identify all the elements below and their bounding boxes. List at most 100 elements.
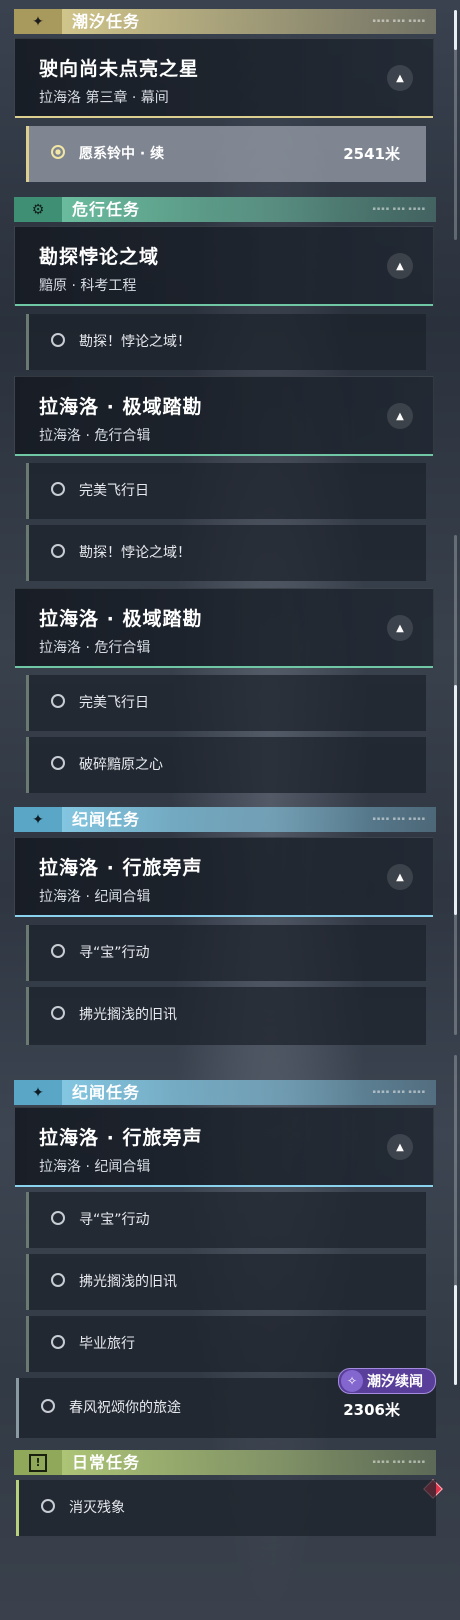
decorative-text: ▪▪▪▪ ▪▪▪ ▪▪▪▪	[372, 1459, 426, 1465]
quest-list-segment-1[interactable]: ✦ 潮汐任务 ▪▪▪▪ ▪▪▪ ▪▪▪▪ 驶向尚未点亮之星 拉海洛 第三章 · …	[0, 0, 460, 525]
collapse-icon[interactable]: ▲	[387, 864, 413, 890]
badge-label: 潮汐续闻	[367, 1374, 423, 1390]
collapse-icon[interactable]: ▲	[387, 253, 413, 279]
quest-card-tide[interactable]: 驶向尚未点亮之星 拉海洛 第三章 · 幕间 ▲	[14, 38, 434, 118]
quest-item[interactable]: 完美飞行日	[26, 463, 426, 519]
quest-item-label: 勘探！悖论之域！	[79, 545, 191, 561]
quest-item[interactable]: 破碎黯原之心	[26, 737, 426, 793]
quest-item[interactable]: 消灭残象	[16, 1480, 436, 1536]
section-header-daily: ! 日常任务 ▪▪▪▪ ▪▪▪ ▪▪▪▪	[14, 1450, 436, 1475]
quest-item[interactable]: 毕业旅行	[26, 1316, 426, 1372]
quest-item[interactable]: 拂光搁浅的旧讯	[26, 1254, 426, 1310]
quest-item-label: 毕业旅行	[79, 1336, 135, 1352]
quest-item[interactable]: 寻“宝”行动	[26, 1192, 426, 1248]
section-title: 纪闻任务	[72, 810, 141, 829]
selected-radio-icon	[51, 145, 65, 159]
radio-icon	[51, 482, 65, 496]
section-title: 危行任务	[72, 200, 141, 219]
quest-item-label: 消灭残象	[69, 1500, 125, 1516]
quest-item[interactable]: 拂光搁浅的旧讯	[26, 987, 426, 1045]
quest-subtitle: 拉海洛 · 纪闻合辑	[39, 889, 151, 905]
scrollbar-thumb[interactable]	[454, 1285, 457, 1385]
radio-icon	[41, 1399, 55, 1413]
accent-line	[15, 915, 433, 917]
tide-badge: ✧ 潮汐续闻	[338, 1368, 436, 1394]
quest-title: 驶向尚未点亮之星	[39, 58, 200, 80]
quest-item-label: 拂光搁浅的旧讯	[79, 1007, 177, 1023]
decorative-text: ▪▪▪▪ ▪▪▪ ▪▪▪▪	[372, 206, 426, 212]
section-title: 纪闻任务	[72, 1083, 141, 1102]
quest-list-segment-3[interactable]: ✦ 纪闻任务 ▪▪▪▪ ▪▪▪ ▪▪▪▪ 拉海洛 · 行旅旁声 拉海洛 · 纪闻…	[0, 1045, 460, 1620]
accent-line	[15, 454, 433, 456]
section-header-chronicle: ✦ 纪闻任务 ▪▪▪▪ ▪▪▪ ▪▪▪▪	[14, 807, 436, 832]
radio-icon	[41, 1499, 55, 1513]
collapse-icon[interactable]: ▲	[387, 615, 413, 641]
accent-line	[15, 1185, 433, 1187]
scrollbar[interactable]	[454, 10, 457, 240]
quest-subtitle: 拉海洛 · 危行合辑	[39, 428, 151, 444]
decorative-text: ▪▪▪▪ ▪▪▪ ▪▪▪▪	[372, 18, 426, 24]
star-icon: ✦	[14, 9, 62, 34]
radio-icon	[51, 1273, 65, 1287]
quest-card-danger-1[interactable]: 勘探悖论之域 黯原 · 科考工程 ▲	[14, 226, 434, 306]
radio-icon	[51, 1335, 65, 1349]
quest-title: 拉海洛 · 极域踏勘	[39, 608, 203, 630]
quest-item-label: 愿系铃中 · 续	[79, 146, 165, 162]
collapse-icon[interactable]: ▲	[387, 403, 413, 429]
accent-line	[15, 116, 433, 118]
star-icon: ✦	[14, 807, 62, 832]
quest-item-label: 春风祝颂你的旅途	[69, 1400, 181, 1416]
distance-label: 2306米	[343, 1401, 400, 1419]
decorative-text: ▪▪▪▪ ▪▪▪ ▪▪▪▪	[372, 1089, 426, 1095]
quest-item-label: 寻“宝”行动	[79, 1212, 150, 1228]
quest-title: 拉海洛 · 极域踏勘	[39, 396, 203, 418]
section-title: 潮汐任务	[72, 12, 141, 31]
quest-item-label: 勘探！悖论之域！	[79, 334, 191, 350]
radio-icon	[51, 544, 65, 558]
collapse-icon[interactable]: ▲	[387, 65, 413, 91]
accent-line	[15, 304, 433, 306]
quest-item[interactable]: 勘探！悖论之域！	[26, 525, 426, 581]
quest-item-label: 拂光搁浅的旧讯	[79, 1274, 177, 1290]
radio-icon	[51, 1006, 65, 1020]
quest-card-chronicle[interactable]: 拉海洛 · 行旅旁声 拉海洛 · 纪闻合辑 ▲	[14, 1107, 434, 1187]
star-icon: ✦	[14, 1080, 62, 1105]
quest-subtitle: 拉海洛 第三章 · 幕间	[39, 90, 169, 106]
quest-subtitle: 拉海洛 · 纪闻合辑	[39, 1159, 151, 1175]
decorative-text: ▪▪▪▪ ▪▪▪ ▪▪▪▪	[372, 816, 426, 822]
collapse-icon[interactable]: ▲	[387, 1134, 413, 1160]
section-header-tide: ✦ 潮汐任务 ▪▪▪▪ ▪▪▪ ▪▪▪▪	[14, 9, 436, 34]
section-header-danger: ⚙ 危行任务 ▪▪▪▪ ▪▪▪ ▪▪▪▪	[14, 197, 436, 222]
quest-item[interactable]: 完美飞行日	[26, 675, 426, 731]
distance-label: 2541米	[343, 145, 400, 163]
gear-icon: ⚙	[14, 197, 62, 222]
radio-icon	[51, 756, 65, 770]
alert-icon: !	[14, 1450, 62, 1475]
radio-icon	[51, 1211, 65, 1225]
quest-item[interactable]: 寻“宝”行动	[26, 925, 426, 981]
quest-item-label: 破碎黯原之心	[79, 757, 163, 773]
quest-item-label: 寻“宝”行动	[79, 945, 150, 961]
quest-item-active[interactable]: 愿系铃中 · 续 2541米	[26, 126, 426, 182]
scrollbar-thumb[interactable]	[454, 685, 457, 915]
quest-title: 拉海洛 · 行旅旁声	[39, 1127, 203, 1149]
feather-icon: ✧	[341, 1370, 363, 1392]
scrollbar-thumb[interactable]	[454, 10, 457, 50]
scrollbar[interactable]	[454, 535, 457, 1035]
section-title: 日常任务	[72, 1453, 141, 1472]
quest-item-tracked[interactable]: 春风祝颂你的旅途 2306米 ✧ 潮汐续闻	[16, 1368, 436, 1438]
quest-list-segment-2[interactable]: 勘探！悖论之域！ 拉海洛 · 极域踏勘 拉海洛 · 危行合辑 ▲ 完美飞行日 破…	[0, 525, 460, 1045]
quest-item[interactable]: 勘探！悖论之域！	[26, 314, 426, 370]
scrollbar[interactable]	[454, 1055, 457, 1385]
quest-item-label: 完美飞行日	[79, 695, 149, 711]
quest-title: 勘探悖论之域	[39, 246, 160, 268]
quest-card-danger-2[interactable]: 拉海洛 · 极域踏勘 拉海洛 · 危行合辑 ▲	[14, 588, 434, 668]
quest-item-label: 完美飞行日	[79, 483, 149, 499]
section-header-chronicle: ✦ 纪闻任务 ▪▪▪▪ ▪▪▪ ▪▪▪▪	[14, 1080, 436, 1105]
radio-icon	[51, 944, 65, 958]
radio-icon	[51, 333, 65, 347]
accent-line	[15, 666, 433, 668]
quest-card-chronicle[interactable]: 拉海洛 · 行旅旁声 拉海洛 · 纪闻合辑 ▲	[14, 837, 434, 917]
quest-subtitle: 黯原 · 科考工程	[39, 278, 137, 294]
quest-card-danger-2[interactable]: 拉海洛 · 极域踏勘 拉海洛 · 危行合辑 ▲	[14, 376, 434, 456]
